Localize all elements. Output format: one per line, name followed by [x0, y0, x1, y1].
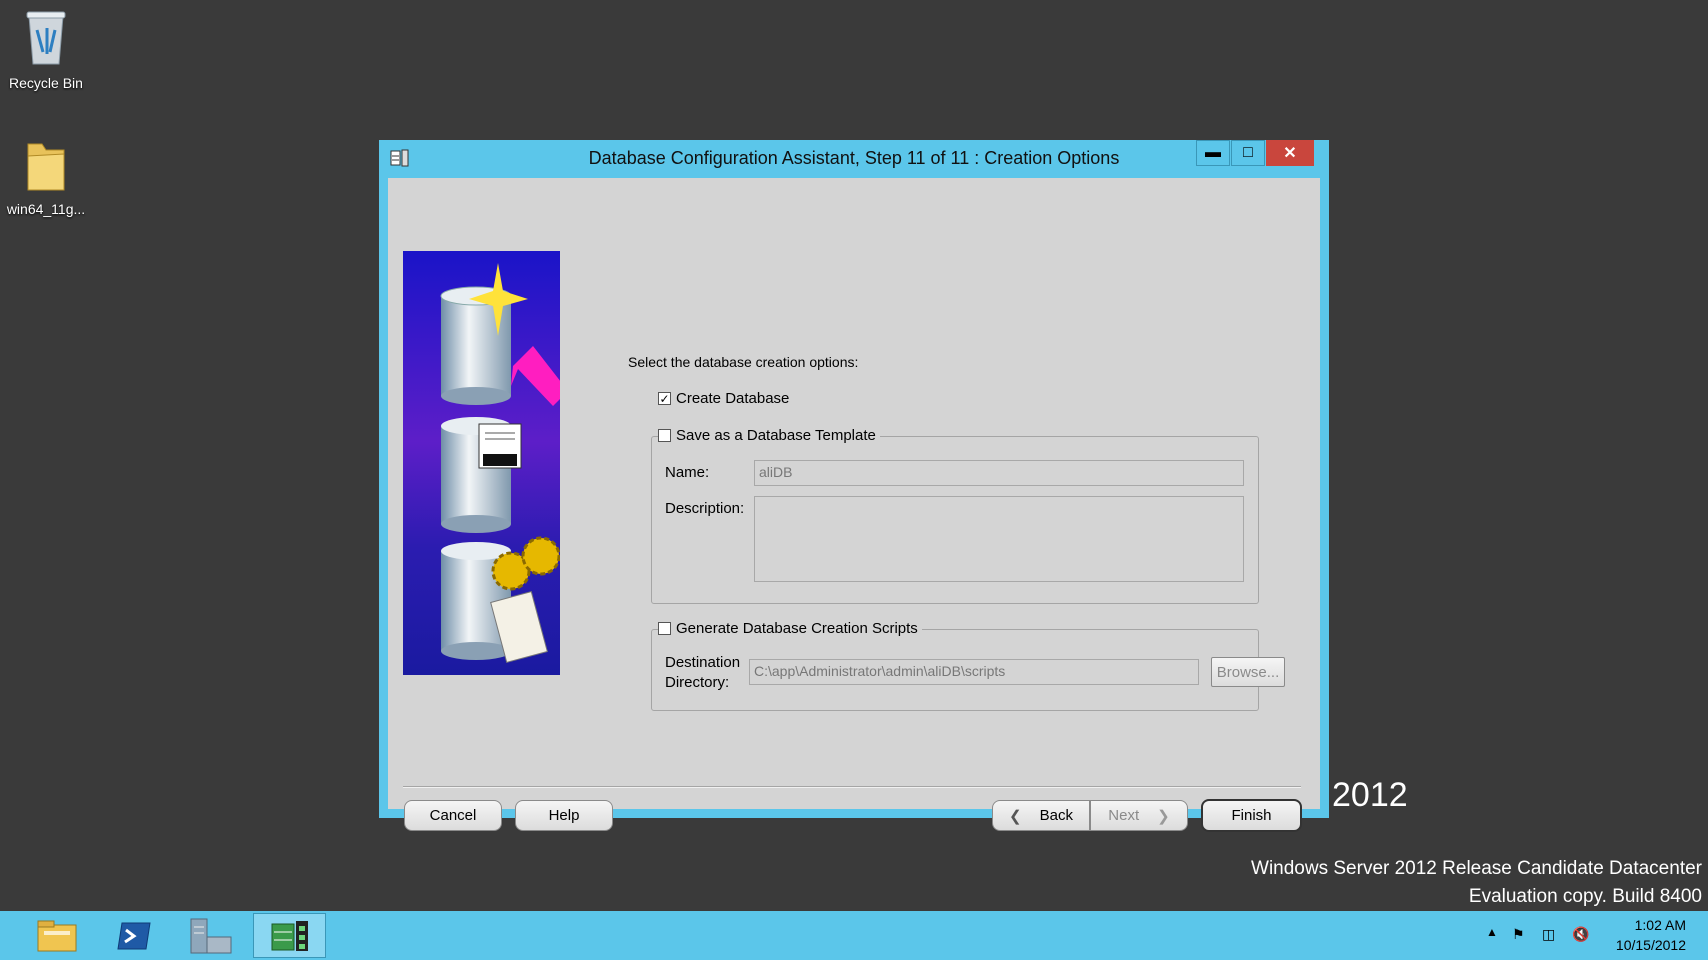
- action-center-icon[interactable]: ⚑: [1512, 926, 1525, 943]
- create-database-label: Create Database: [676, 390, 790, 407]
- dialog-titlebar[interactable]: Database Configuration Assistant, Step 1…: [379, 140, 1329, 176]
- template-description-label: Description:: [665, 500, 745, 517]
- clock-time: 1:02 AM: [1634, 917, 1686, 933]
- file-explorer-icon: [37, 920, 77, 951]
- generate-scripts-option[interactable]: Generate Database Creation Scripts: [658, 620, 922, 637]
- dialog-client-area: Select the database creation options: ✓ …: [388, 178, 1320, 832]
- minimize-button[interactable]: ▬: [1196, 140, 1230, 166]
- taskbar: ▲ ⚑ ◫ 🔇 1:02 AM 10/15/2012: [0, 911, 1708, 960]
- next-button-label: Next: [1108, 807, 1140, 824]
- maximize-icon: □: [1243, 144, 1253, 161]
- save-template-option[interactable]: Save as a Database Template: [658, 427, 880, 444]
- template-name-label: Name:: [665, 464, 710, 481]
- template-description-textarea[interactable]: [754, 496, 1244, 582]
- desktop-icon-label: win64_11g...: [6, 201, 86, 217]
- finish-button[interactable]: Finish: [1201, 799, 1302, 832]
- taskbar-server-manager[interactable]: [176, 913, 246, 958]
- taskbar-clock[interactable]: 1:02 AM 10/15/2012: [1616, 915, 1686, 955]
- taskbar-powershell[interactable]: [99, 913, 169, 958]
- generate-scripts-checkbox[interactable]: [658, 622, 671, 635]
- desktop-icon-label: Recycle Bin: [9, 75, 83, 91]
- generate-scripts-label: Generate Database Creation Scripts: [676, 620, 918, 637]
- minimize-icon: ▬: [1205, 144, 1221, 161]
- close-button[interactable]: ✕: [1266, 140, 1314, 166]
- network-icon[interactable]: ◫: [1542, 926, 1555, 943]
- clock-date: 10/15/2012: [1615, 937, 1686, 953]
- desktop-icon-recycle-bin[interactable]: Recycle Bin: [0, 8, 96, 91]
- destination-label: Destination: [665, 654, 741, 671]
- server-manager-icon: [190, 918, 232, 953]
- create-database-option[interactable]: ✓ Create Database: [658, 390, 794, 407]
- directory-label: Directory:: [665, 674, 730, 691]
- back-button-label: Back: [1039, 807, 1073, 824]
- windows-build-text: Evaluation copy. Build 8400: [1468, 886, 1702, 907]
- windows-brand-year: 2012: [1332, 776, 1408, 814]
- chevron-up-icon: ▲: [1486, 925, 1498, 939]
- back-button[interactable]: ❮ Back: [992, 800, 1090, 831]
- wizard-illustration: [403, 251, 560, 675]
- save-template-checkbox[interactable]: [658, 429, 671, 442]
- powershell-icon: [117, 922, 151, 949]
- taskbar-file-explorer[interactable]: [22, 913, 92, 958]
- checkmark-icon: ✓: [659, 391, 670, 406]
- chevron-left-icon: ❮: [1009, 807, 1022, 825]
- show-hidden-icons-button[interactable]: ▲: [1486, 925, 1498, 939]
- recycle-bin-icon: [26, 11, 66, 65]
- template-name-input[interactable]: aliDB: [754, 460, 1244, 486]
- create-database-checkbox[interactable]: ✓: [658, 392, 671, 405]
- maximize-button[interactable]: □: [1231, 140, 1265, 166]
- help-button[interactable]: Help: [515, 800, 613, 831]
- cancel-button[interactable]: Cancel: [404, 800, 502, 831]
- folder-icon: [27, 143, 65, 191]
- volume-muted-icon[interactable]: 🔇: [1572, 926, 1589, 943]
- dbca-taskbar-icon: [271, 920, 308, 951]
- desktop-icon-folder[interactable]: win64_11g...: [0, 138, 96, 217]
- dialog-title: Database Configuration Assistant, Step 1…: [588, 148, 1120, 168]
- browse-button[interactable]: Browse...: [1211, 657, 1285, 687]
- dbca-dialog: Database Configuration Assistant, Step 1…: [379, 140, 1329, 832]
- save-template-label: Save as a Database Template: [676, 427, 876, 444]
- windows-edition-text: Windows Server 2012 Release Candidate Da…: [1251, 858, 1702, 879]
- destination-directory-input[interactable]: C:\app\Administrator\admin\aliDB\scripts: [749, 659, 1199, 685]
- close-icon: ✕: [1283, 145, 1297, 162]
- taskbar-dbca[interactable]: [253, 913, 326, 958]
- creation-options-prompt: Select the database creation options:: [628, 354, 859, 370]
- dialog-separator: [403, 786, 1301, 788]
- chevron-right-icon: ❯: [1157, 807, 1170, 825]
- next-button[interactable]: Next ❯: [1090, 800, 1188, 831]
